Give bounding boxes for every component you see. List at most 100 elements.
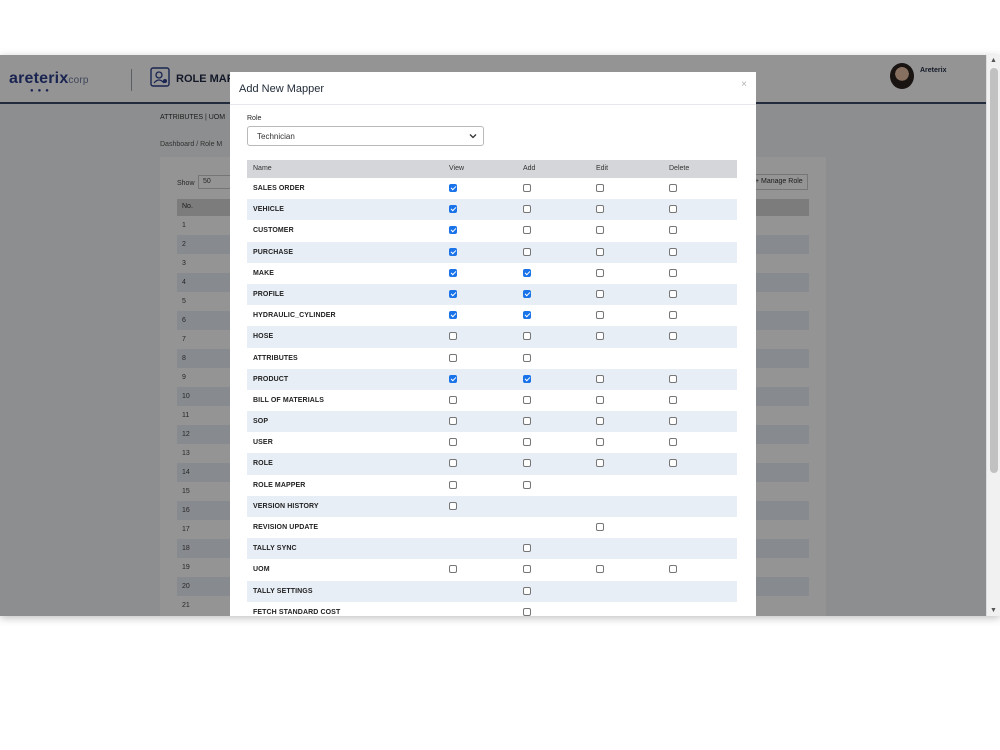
edit-checkbox[interactable] bbox=[596, 459, 604, 468]
edit-checkbox[interactable] bbox=[596, 226, 604, 235]
add-checkbox[interactable] bbox=[523, 417, 531, 426]
add-checkbox[interactable] bbox=[523, 374, 531, 383]
view-checkbox[interactable] bbox=[449, 268, 457, 277]
column-add: Add bbox=[523, 165, 536, 172]
close-icon[interactable]: × bbox=[741, 79, 747, 90]
permission-name: HYDRAULIC_CYLINDER bbox=[253, 312, 336, 320]
edit-checkbox[interactable] bbox=[596, 184, 604, 192]
table-row: HOSE bbox=[247, 326, 737, 348]
delete-checkbox[interactable] bbox=[669, 565, 677, 574]
table-row: ROLE MAPPER bbox=[247, 475, 737, 496]
edit-checkbox[interactable] bbox=[596, 438, 604, 447]
add-checkbox[interactable] bbox=[523, 311, 531, 320]
column-edit: Edit bbox=[596, 165, 609, 172]
permission-name: MAKE bbox=[253, 269, 275, 277]
permission-name: SALES ORDER bbox=[253, 185, 305, 192]
edit-checkbox[interactable] bbox=[596, 289, 604, 298]
delete-checkbox[interactable] bbox=[669, 438, 677, 447]
add-checkbox[interactable] bbox=[523, 205, 531, 214]
delete-checkbox[interactable] bbox=[669, 247, 677, 256]
edit-checkbox[interactable] bbox=[596, 311, 604, 320]
add-checkbox[interactable] bbox=[523, 438, 531, 447]
table-row: VERSION HISTORY bbox=[247, 495, 737, 517]
edit-checkbox[interactable] bbox=[596, 374, 604, 383]
view-checkbox[interactable] bbox=[449, 438, 457, 447]
add-checkbox[interactable] bbox=[523, 544, 531, 553]
permission-name: BILL OF MATERIALS bbox=[253, 396, 325, 404]
add-checkbox[interactable] bbox=[523, 480, 531, 489]
permission-name: TALLY SYNC bbox=[253, 545, 297, 553]
add-checkbox[interactable] bbox=[523, 459, 531, 468]
permission-name: ATTRIBUTES bbox=[253, 354, 298, 362]
permission-name: CUSTOMER bbox=[253, 227, 294, 235]
view-checkbox[interactable] bbox=[449, 501, 457, 510]
permission-name: VEHICLE bbox=[253, 206, 285, 214]
permission-name: ROLE MAPPER bbox=[253, 481, 306, 489]
add-checkbox[interactable] bbox=[523, 607, 531, 616]
delete-checkbox[interactable] bbox=[669, 205, 677, 214]
delete-checkbox[interactable] bbox=[669, 289, 677, 298]
table-row: UOM bbox=[247, 559, 737, 580]
delete-checkbox[interactable] bbox=[669, 184, 677, 192]
view-checkbox[interactable] bbox=[449, 480, 457, 489]
delete-checkbox[interactable] bbox=[669, 417, 677, 426]
modal-header: Add New Mapper × bbox=[230, 72, 756, 105]
edit-checkbox[interactable] bbox=[596, 395, 604, 404]
permission-name: PRODUCT bbox=[253, 375, 289, 383]
view-checkbox[interactable] bbox=[449, 311, 457, 320]
edit-checkbox[interactable] bbox=[596, 205, 604, 214]
view-checkbox[interactable] bbox=[449, 289, 457, 298]
add-checkbox[interactable] bbox=[523, 184, 531, 192]
view-checkbox[interactable] bbox=[449, 332, 457, 341]
edit-checkbox[interactable] bbox=[596, 417, 604, 426]
scroll-thumb[interactable] bbox=[990, 68, 998, 473]
edit-checkbox[interactable] bbox=[596, 247, 604, 256]
role-label: Role bbox=[247, 115, 262, 122]
edit-checkbox[interactable] bbox=[596, 268, 604, 277]
table-row: MAKE bbox=[247, 263, 737, 284]
add-checkbox[interactable] bbox=[523, 289, 531, 298]
permission-name: ROLE bbox=[253, 460, 273, 468]
table-row: HYDRAULIC_CYLINDER bbox=[247, 305, 737, 326]
delete-checkbox[interactable] bbox=[669, 459, 677, 468]
permission-name: TALLY SETTINGS bbox=[253, 587, 313, 595]
view-checkbox[interactable] bbox=[449, 395, 457, 404]
view-checkbox[interactable] bbox=[449, 374, 457, 383]
delete-checkbox[interactable] bbox=[669, 332, 677, 341]
table-row: PRODUCT bbox=[247, 368, 737, 390]
table-row: TALLY SETTINGS bbox=[247, 580, 737, 602]
add-checkbox[interactable] bbox=[523, 395, 531, 404]
view-checkbox[interactable] bbox=[449, 247, 457, 256]
view-checkbox[interactable] bbox=[449, 565, 457, 574]
add-checkbox[interactable] bbox=[523, 226, 531, 235]
add-checkbox[interactable] bbox=[523, 565, 531, 574]
permission-name: PROFILE bbox=[253, 290, 285, 298]
view-checkbox[interactable] bbox=[449, 226, 457, 235]
delete-checkbox[interactable] bbox=[669, 311, 677, 320]
delete-checkbox[interactable] bbox=[669, 226, 677, 235]
scroll-down-arrow-icon[interactable]: ▼ bbox=[990, 607, 997, 614]
table-row: REVISION UPDATE bbox=[247, 517, 737, 538]
view-checkbox[interactable] bbox=[449, 353, 457, 362]
role-select[interactable]: Technician bbox=[247, 126, 484, 146]
delete-checkbox[interactable] bbox=[669, 395, 677, 404]
page-scrollbar[interactable]: ▲ ▼ bbox=[986, 55, 1000, 616]
add-checkbox[interactable] bbox=[523, 586, 531, 595]
delete-checkbox[interactable] bbox=[669, 374, 677, 383]
add-checkbox[interactable] bbox=[523, 332, 531, 341]
view-checkbox[interactable] bbox=[449, 184, 457, 192]
edit-checkbox[interactable] bbox=[596, 565, 604, 574]
delete-checkbox[interactable] bbox=[669, 268, 677, 277]
permission-name: SOP bbox=[253, 418, 269, 426]
scroll-up-arrow-icon[interactable]: ▲ bbox=[990, 57, 997, 64]
view-checkbox[interactable] bbox=[449, 459, 457, 468]
table-row: TALLY SYNC bbox=[247, 538, 737, 560]
edit-checkbox[interactable] bbox=[596, 332, 604, 341]
edit-checkbox[interactable] bbox=[596, 523, 604, 531]
add-checkbox[interactable] bbox=[523, 353, 531, 362]
add-checkbox[interactable] bbox=[523, 247, 531, 256]
table-row: SOP bbox=[247, 411, 737, 433]
add-checkbox[interactable] bbox=[523, 268, 531, 277]
view-checkbox[interactable] bbox=[449, 417, 457, 426]
view-checkbox[interactable] bbox=[449, 205, 457, 214]
